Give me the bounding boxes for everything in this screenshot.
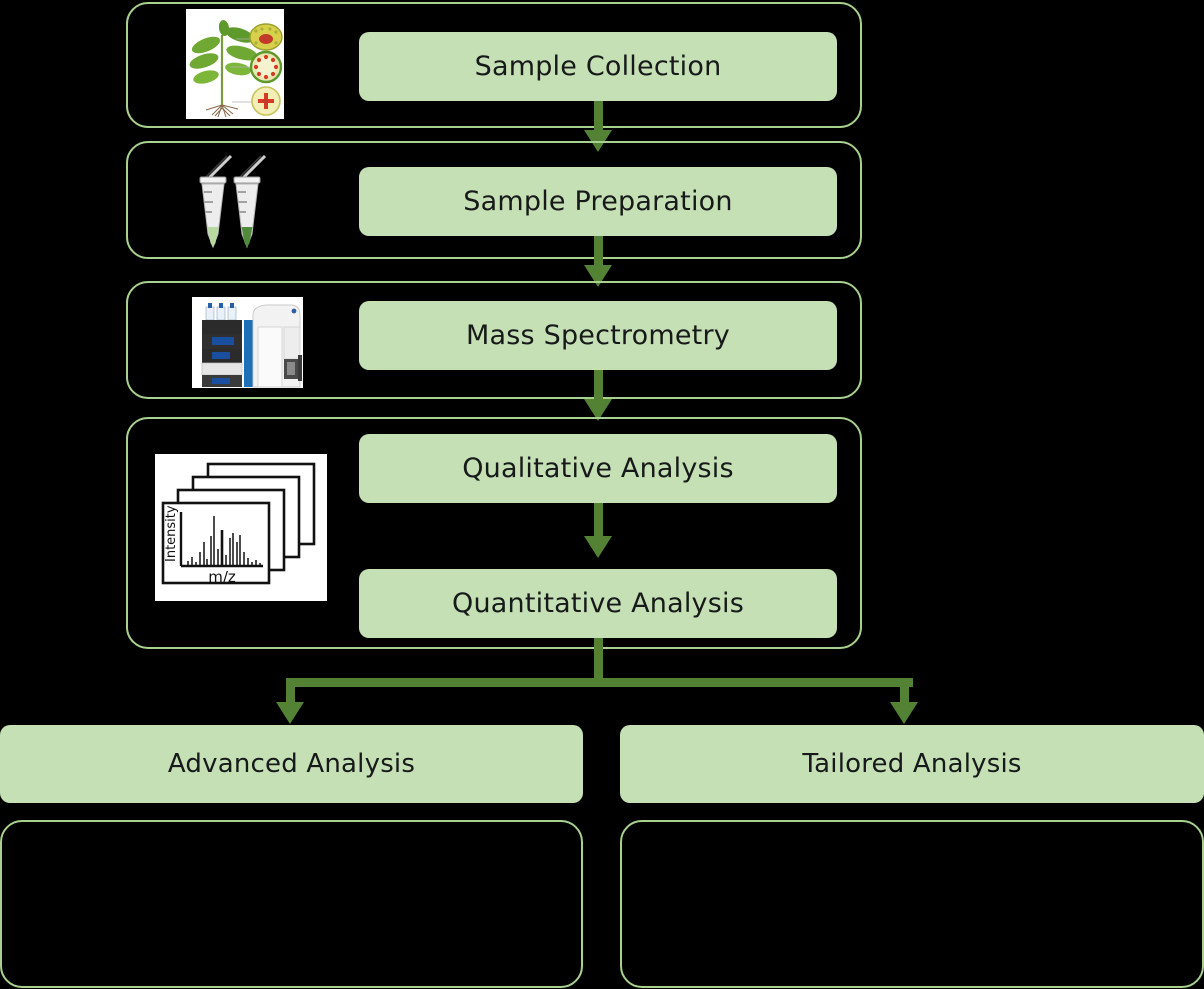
label-advanced-analysis: Advanced Analysis	[167, 749, 416, 779]
arrow-head-advanced-analysis	[276, 702, 304, 724]
workflow-diagram: Sample Collection Sample Preparation Mas…	[0, 0, 1204, 989]
connector-branch-bar	[290, 678, 913, 687]
microcentrifuge-tubes-image	[182, 150, 278, 253]
pill-sample-preparation[interactable]: Sample Preparation	[359, 167, 837, 236]
arrow-head-qualitative-to-quantitative	[584, 536, 612, 558]
mass-spectra-stack-image: Intensity m/z	[155, 454, 327, 601]
spectrum-y-axis-label: Intensity	[164, 505, 179, 562]
label-qualitative-analysis: Qualitative Analysis	[462, 453, 734, 484]
detail-container-advanced-analysis	[0, 820, 583, 988]
pill-advanced-analysis[interactable]: Advanced Analysis	[0, 725, 583, 803]
spectrum-x-axis-label: m/z	[208, 568, 236, 586]
plant-cross-section-image	[186, 9, 284, 119]
pill-qualitative-analysis[interactable]: Qualitative Analysis	[359, 434, 837, 503]
detail-container-tailored-analysis	[620, 820, 1204, 988]
pill-mass-spectrometry[interactable]: Mass Spectrometry	[359, 301, 837, 370]
connector-qualitative-to-quantitative	[594, 503, 603, 540]
arrow-head-tailored-analysis	[890, 702, 918, 724]
label-sample-preparation: Sample Preparation	[463, 186, 733, 217]
label-sample-collection: Sample Collection	[474, 51, 722, 82]
pill-sample-collection[interactable]: Sample Collection	[359, 32, 837, 101]
pill-quantitative-analysis[interactable]: Quantitative Analysis	[359, 569, 837, 638]
label-mass-spectrometry: Mass Spectrometry	[466, 320, 730, 351]
label-quantitative-analysis: Quantitative Analysis	[452, 588, 744, 619]
label-tailored-analysis: Tailored Analysis	[802, 749, 1022, 779]
pill-tailored-analysis[interactable]: Tailored Analysis	[620, 725, 1204, 803]
lc-ms-instrument-image	[192, 297, 303, 388]
